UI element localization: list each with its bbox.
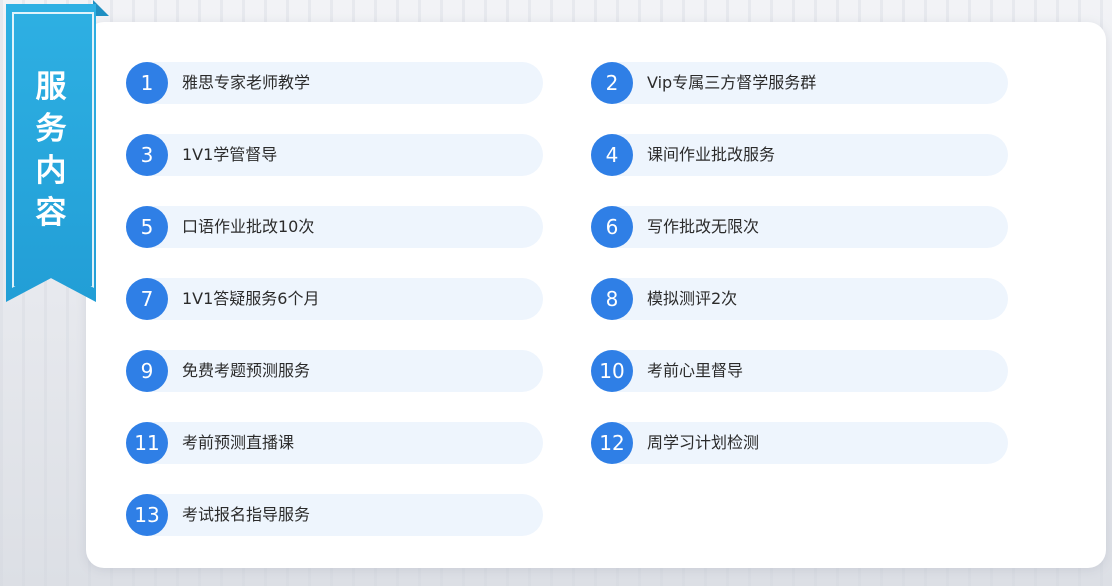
service-item-7: 7 1V1答疑服务6个月: [126, 278, 543, 320]
item-label: 1V1答疑服务6个月: [182, 289, 320, 308]
item-number-badge: 12: [591, 422, 633, 464]
ribbon-body: 服 务 内 容: [6, 4, 96, 302]
title-char: 务: [35, 111, 67, 147]
item-number-badge: 8: [591, 278, 633, 320]
service-item-1: 1 雅思专家老师教学: [126, 62, 543, 104]
item-number-badge: 10: [591, 350, 633, 392]
item-label: 考试报名指导服务: [182, 505, 311, 524]
item-label: Vip专属三方督学服务群: [647, 73, 817, 92]
service-item-10: 10 考前心里督导: [591, 350, 1008, 392]
title-char: 容: [35, 195, 67, 231]
item-number-badge: 5: [126, 206, 168, 248]
item-number-badge: 2: [591, 62, 633, 104]
item-number-badge: 1: [126, 62, 168, 104]
service-item-2: 2 Vip专属三方督学服务群: [591, 62, 1008, 104]
title-char: 服: [35, 69, 67, 105]
item-label: 写作批改无限次: [647, 217, 760, 236]
item-label: 模拟测评2次: [647, 289, 738, 308]
title-char: 内: [35, 153, 67, 189]
service-item-4: 4 课间作业批改服务: [591, 134, 1008, 176]
section-title: 服 务 内 容: [6, 66, 96, 234]
item-label: 考前心里督导: [647, 361, 744, 380]
item-label: 口语作业批改10次: [182, 217, 315, 236]
item-number-badge: 11: [126, 422, 168, 464]
item-number-badge: 6: [591, 206, 633, 248]
service-item-11: 11 考前预测直播课: [126, 422, 543, 464]
item-label: 1V1学管督导: [182, 145, 278, 164]
item-label: 周学习计划检测: [647, 433, 760, 452]
service-item-13: 13 考试报名指导服务: [126, 494, 543, 536]
item-label: 免费考题预测服务: [182, 361, 311, 380]
item-label: 考前预测直播课: [182, 433, 295, 452]
service-item-3: 3 1V1学管督导: [126, 134, 543, 176]
item-number-badge: 7: [126, 278, 168, 320]
item-label: 课间作业批改服务: [647, 145, 776, 164]
item-number-badge: 4: [591, 134, 633, 176]
item-number-badge: 13: [126, 494, 168, 536]
service-item-12: 12 周学习计划检测: [591, 422, 1008, 464]
item-number-badge: 9: [126, 350, 168, 392]
item-label: 雅思专家老师教学: [182, 73, 311, 92]
service-item-8: 8 模拟测评2次: [591, 278, 1008, 320]
item-number-badge: 3: [126, 134, 168, 176]
service-item-6: 6 写作批改无限次: [591, 206, 1008, 248]
service-item-9: 9 免费考题预测服务: [126, 350, 543, 392]
section-ribbon: 服 务 内 容: [0, 0, 112, 310]
service-item-5: 5 口语作业批改10次: [126, 206, 543, 248]
